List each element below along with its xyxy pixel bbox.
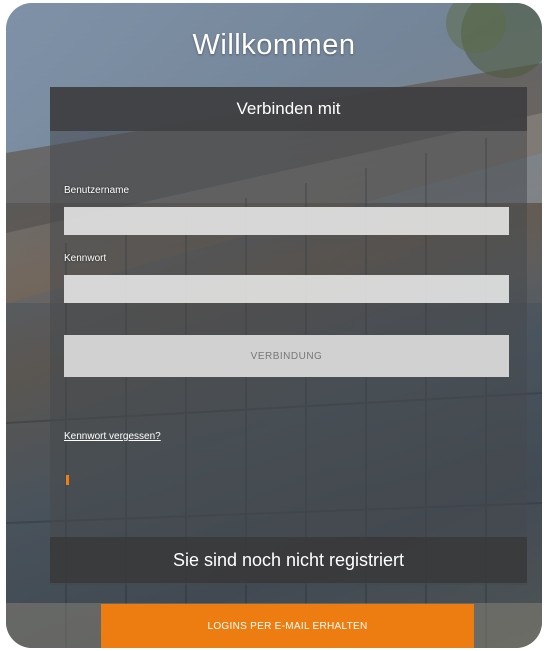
forgot-password-link[interactable]: Kennwort vergessen? — [64, 431, 161, 442]
login-panel: Verbinden mit Benutzername Kennwort VERB… — [50, 87, 527, 585]
username-field[interactable] — [64, 207, 509, 235]
status-indicator — [66, 475, 69, 485]
connect-button[interactable]: VERBINDUNG — [64, 335, 509, 377]
page-title: Willkommen — [192, 29, 356, 61]
password-label: Kennwort — [64, 253, 107, 264]
login-screen: Willkommen Verbinden mit Benutzername Ke… — [6, 3, 542, 648]
email-logins-button[interactable]: LOGINS PER E-MAIL ERHALTEN — [101, 604, 474, 648]
password-field[interactable] — [64, 275, 509, 303]
username-label: Benutzername — [64, 185, 130, 196]
login-header: Verbinden mit — [50, 87, 527, 131]
register-header: Sie sind noch nicht registriert — [50, 537, 527, 583]
